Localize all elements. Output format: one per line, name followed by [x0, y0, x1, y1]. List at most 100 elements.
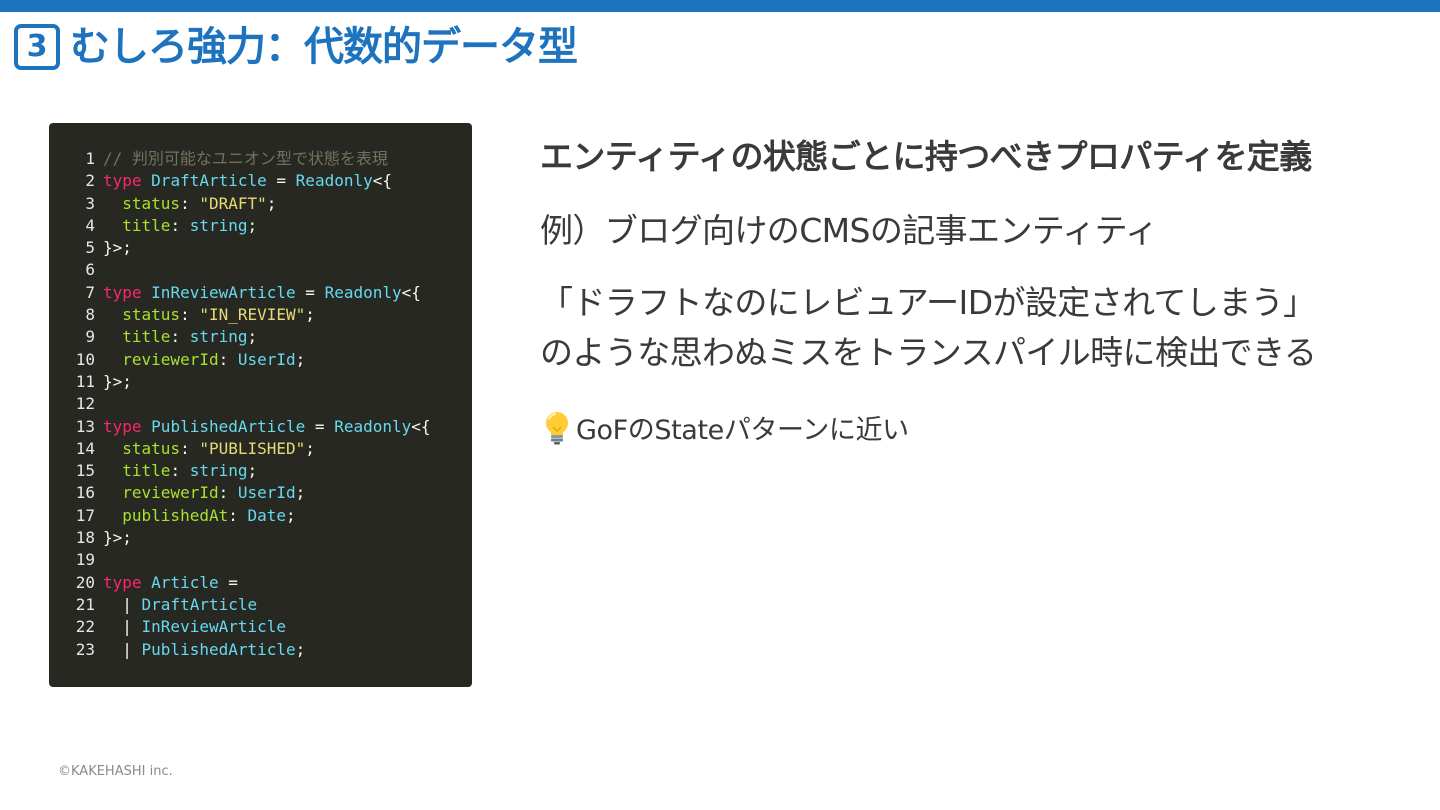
- code-token: }>;: [103, 528, 132, 548]
- code-token: status: [103, 438, 181, 458]
- code-token: :: [180, 193, 200, 213]
- quote-line-2: のような思わぬミスをトランスパイル時に検出できる: [540, 333, 1317, 372]
- line-number: 18: [75, 528, 95, 548]
- code-line: 14 status: "PUBLISHED";: [49, 438, 472, 460]
- code-text: title: string;: [103, 215, 257, 237]
- copyright-footer: ©KAKEHASHI inc.: [58, 764, 173, 779]
- slide: 3 むしろ強力：代数的データ型 1 // 判別可能なユニオン型で状態を表現 2 typ…: [0, 0, 1440, 810]
- code-token: }>;: [103, 371, 132, 391]
- code-token: title: [103, 327, 171, 347]
- code-line: 3 status: "DRAFT";: [49, 193, 472, 215]
- code-token: title: [103, 461, 171, 481]
- code-text: }>;: [103, 371, 132, 393]
- code-line: 20 type Article =: [49, 572, 472, 594]
- code-text: | InReviewArticle: [103, 616, 286, 638]
- code-token: // 判別可能なユニオン型で状態を表現: [103, 149, 388, 168]
- code-line: 23 | PublishedArticle;: [49, 639, 472, 661]
- code-token: Readonly: [324, 282, 402, 302]
- code-line: 7 type InReviewArticle = Readonly<{: [49, 282, 472, 304]
- code-line: 5 }>;: [49, 237, 472, 259]
- code-token: ;: [247, 215, 258, 235]
- code-token: ;: [295, 349, 306, 369]
- code-token: type: [103, 282, 142, 302]
- code-token: ;: [295, 639, 306, 659]
- code-line: 21 | DraftArticle: [49, 594, 472, 616]
- code-token: title: [103, 215, 171, 235]
- content-heading: エンティティの状態ごとに持つべきプロパティを定義: [540, 137, 1312, 176]
- code-line: 11 }>;: [49, 371, 472, 393]
- line-number: 17: [75, 505, 95, 525]
- line-number: 16: [75, 483, 95, 503]
- code-token: :: [170, 327, 190, 347]
- code-line: 19: [49, 549, 472, 571]
- line-number: 11: [75, 371, 95, 391]
- code-token: status: [103, 305, 181, 325]
- code-token: :: [218, 483, 238, 503]
- code-text: type InReviewArticle = Readonly<{: [103, 282, 421, 304]
- main-content: エンティティの状態ごとに持つべきプロパティを定義 例）ブログ向けのCMSの記事エ…: [540, 130, 1400, 447]
- code-token: string: [189, 461, 248, 481]
- code-token: ;: [305, 305, 315, 325]
- code-block: 1 // 判別可能なユニオン型で状態を表現 2 type DraftArticle =…: [49, 123, 472, 687]
- code-token: Date: [247, 505, 287, 525]
- code-text: reviewerId: UserId;: [103, 349, 305, 371]
- code-text: title: string;: [103, 460, 257, 482]
- code-token: reviewerId: [103, 349, 219, 369]
- line-number: 12: [75, 394, 95, 414]
- code-token: ;: [295, 483, 306, 503]
- code-token: string: [189, 327, 248, 347]
- code-line: 13 type PublishedArticle = Readonly<{: [49, 416, 472, 438]
- code-token: =: [218, 572, 238, 592]
- line-number: 3: [85, 193, 95, 213]
- code-line: 15 title: string;: [49, 460, 472, 482]
- code-token: InReviewArticle: [151, 282, 296, 302]
- code-token: Readonly: [334, 416, 412, 436]
- code-token: reviewerId: [103, 483, 219, 503]
- code-token: <{: [411, 416, 431, 436]
- code-token: =: [295, 282, 325, 302]
- code-line: 8 status: "IN_REVIEW";: [49, 304, 472, 326]
- code-token: "PUBLISHED": [199, 438, 306, 458]
- code-line: 6: [49, 259, 472, 281]
- code-token: status: [103, 193, 181, 213]
- line-number: 2: [85, 171, 95, 191]
- code-token: :: [170, 215, 190, 235]
- code-text: status: "PUBLISHED";: [103, 438, 315, 460]
- code-token: |: [103, 617, 142, 637]
- code-text: }>;: [103, 527, 132, 549]
- page-title: むしろ強力：代数的データ型: [70, 24, 578, 70]
- code-text: type PublishedArticle = Readonly<{: [103, 416, 431, 438]
- code-token: |: [103, 639, 142, 659]
- line-number: 21: [75, 594, 95, 614]
- code-line: 9 title: string;: [49, 326, 472, 348]
- code-token: type: [103, 171, 142, 191]
- code-token: DraftArticle: [141, 594, 258, 614]
- code-token: Readonly: [295, 171, 373, 191]
- code-text: }>;: [103, 237, 132, 259]
- section-number-badge: 3: [14, 24, 60, 70]
- code-text: publishedAt: Date;: [103, 505, 295, 527]
- code-line: 17 publishedAt: Date;: [49, 505, 472, 527]
- code-line: 1 // 判別可能なユニオン型で状態を表現: [49, 148, 472, 170]
- code-token: "IN_REVIEW": [199, 305, 306, 325]
- code-line: 18 }>;: [49, 527, 472, 549]
- code-token: publishedAt: [103, 505, 229, 525]
- code-token: |: [103, 594, 142, 614]
- line-number: 4: [85, 215, 95, 235]
- quote-line-1: 「ドラフトなのにレビュアーIDが設定されてしまう」: [540, 283, 1316, 322]
- code-token: :: [170, 461, 190, 481]
- code-token: ;: [247, 461, 258, 481]
- line-number: 15: [75, 461, 95, 481]
- code-token: }>;: [103, 238, 132, 258]
- line-number: 5: [85, 238, 95, 258]
- line-number: 1: [85, 149, 95, 168]
- code-text: status: "IN_REVIEW";: [103, 304, 315, 326]
- code-token: =: [305, 416, 335, 436]
- code-token: "DRAFT": [199, 193, 267, 213]
- line-number: 8: [85, 305, 95, 325]
- code-line: 2 type DraftArticle = Readonly<{: [49, 170, 472, 192]
- code-line: 4 title: string;: [49, 215, 472, 237]
